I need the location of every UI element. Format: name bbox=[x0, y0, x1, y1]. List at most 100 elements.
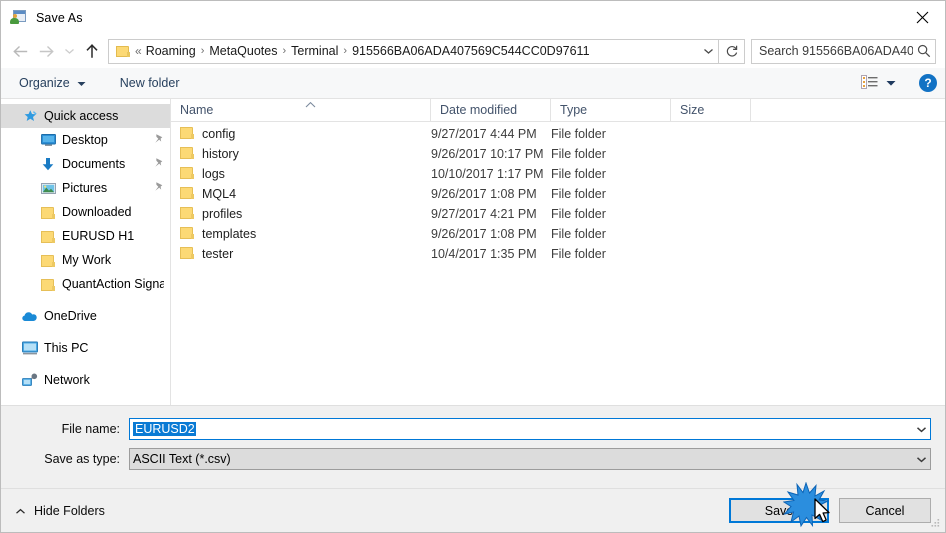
file-list-header: Name Date modified Type Size bbox=[171, 99, 945, 122]
window-title: Save As bbox=[36, 10, 83, 25]
file-name-cell: tester bbox=[171, 246, 431, 262]
navigation-sidebar: Quick access Desktop Documents Pictures … bbox=[1, 99, 171, 405]
sidebar-item-label: Downloaded bbox=[62, 205, 132, 219]
view-options-button[interactable] bbox=[858, 74, 899, 92]
sidebar-item-network[interactable]: Network bbox=[1, 368, 170, 392]
file-name-label: MQL4 bbox=[202, 187, 237, 201]
column-header-label: Size bbox=[680, 103, 705, 117]
file-name-label: config bbox=[202, 127, 236, 141]
sidebar-item-label: QuantAction Signal bbox=[62, 277, 164, 291]
pin-icon[interactable] bbox=[149, 133, 164, 147]
up-one-level-icon[interactable] bbox=[79, 38, 105, 64]
sidebar-item-label: Documents bbox=[62, 157, 126, 171]
network-icon bbox=[21, 373, 39, 387]
breadcrumb-item-current-folder[interactable]: 915566BA06ADA407569C544CC0D97611 bbox=[352, 44, 589, 58]
documents-download-icon bbox=[39, 157, 57, 172]
breadcrumb-item-metaquotes[interactable]: MetaQuotes bbox=[209, 44, 277, 58]
sidebar-item-label: Network bbox=[44, 373, 90, 387]
sidebar-item-pictures[interactable]: Pictures bbox=[1, 176, 170, 200]
pin-icon[interactable] bbox=[149, 181, 164, 195]
table-row[interactable]: logs 10/10/2017 1:17 PM File folder bbox=[171, 164, 945, 184]
hide-folders-button[interactable]: Hide Folders bbox=[15, 504, 105, 518]
column-header-type[interactable]: Type bbox=[551, 99, 671, 121]
file-type-cell: File folder bbox=[551, 147, 606, 161]
table-row[interactable]: history 9/26/2017 10:17 PM File folder bbox=[171, 144, 945, 164]
save-as-type-row: Save as type: ASCII Text (*.csv) bbox=[15, 448, 931, 470]
file-name-input[interactable]: EURUSD2 bbox=[129, 418, 931, 440]
search-icon[interactable] bbox=[913, 44, 935, 58]
table-row[interactable]: templates 9/26/2017 1:08 PM File folder bbox=[171, 224, 945, 244]
search-box[interactable] bbox=[751, 38, 936, 64]
forward-icon[interactable] bbox=[33, 38, 59, 64]
sidebar-item-onedrive[interactable]: OneDrive bbox=[1, 304, 170, 328]
folder-icon bbox=[180, 166, 194, 182]
sidebar-item-label: Desktop bbox=[62, 133, 108, 147]
column-header-label: Date modified bbox=[440, 103, 518, 117]
this-pc-icon bbox=[21, 341, 39, 355]
folder-icon bbox=[180, 146, 194, 162]
resize-grip[interactable] bbox=[929, 517, 941, 529]
organize-button[interactable]: Organize bbox=[15, 71, 90, 95]
save-as-app-icon bbox=[10, 9, 27, 26]
file-type-cell: File folder bbox=[551, 207, 606, 221]
new-folder-label: New folder bbox=[119, 76, 180, 90]
file-type-cell: File folder bbox=[551, 227, 606, 241]
table-row[interactable]: profiles 9/27/2017 4:21 PM File folder bbox=[171, 204, 945, 224]
folder-icon bbox=[180, 246, 194, 262]
column-header-date-modified[interactable]: Date modified bbox=[431, 99, 551, 121]
breadcrumb[interactable]: « Roaming › MetaQuotes › Terminal › 9155… bbox=[108, 38, 719, 64]
sidebar-item-documents[interactable]: Documents bbox=[1, 152, 170, 176]
pin-icon[interactable] bbox=[149, 157, 164, 171]
table-row[interactable]: tester 10/4/2017 1:35 PM File folder bbox=[171, 244, 945, 264]
breadcrumb-overflow[interactable]: « bbox=[133, 44, 146, 58]
close-icon[interactable] bbox=[899, 2, 945, 34]
save-button[interactable]: Save bbox=[729, 498, 829, 523]
file-name-selected-text: EURUSD2 bbox=[133, 422, 196, 436]
column-header-label: Type bbox=[560, 103, 588, 117]
file-name-row: File name: EURUSD2 bbox=[15, 418, 931, 440]
file-date-cell: 9/26/2017 1:08 PM bbox=[431, 187, 537, 201]
file-date-cell: 9/26/2017 10:17 PM bbox=[431, 147, 544, 161]
onedrive-cloud-icon bbox=[21, 311, 39, 322]
sidebar-item-label: EURUSD H1 bbox=[62, 229, 135, 243]
column-header-size[interactable]: Size bbox=[671, 99, 751, 121]
breadcrumb-item-roaming[interactable]: Roaming bbox=[146, 44, 196, 58]
breadcrumb-separator: › bbox=[282, 45, 287, 57]
help-icon[interactable]: ? bbox=[919, 74, 937, 92]
file-name-cell: profiles bbox=[171, 206, 431, 222]
sidebar-item-quick-access[interactable]: Quick access bbox=[1, 104, 170, 128]
search-input[interactable] bbox=[752, 44, 913, 58]
sidebar-item-eurusd-h1[interactable]: EURUSD H1 bbox=[1, 224, 170, 248]
refresh-icon[interactable] bbox=[719, 38, 745, 64]
breadcrumb-item-terminal[interactable]: Terminal bbox=[291, 44, 338, 58]
folder-icon bbox=[180, 186, 194, 202]
save-as-type-select[interactable]: ASCII Text (*.csv) bbox=[129, 448, 931, 470]
folder-icon bbox=[39, 254, 57, 267]
chevron-down-icon[interactable] bbox=[913, 456, 930, 463]
table-row[interactable]: config 9/27/2017 4:44 PM File folder bbox=[171, 124, 945, 144]
navigation-bar: « Roaming › MetaQuotes › Terminal › 9155… bbox=[1, 34, 945, 68]
sidebar-item-downloaded[interactable]: Downloaded bbox=[1, 200, 170, 224]
sidebar-item-label: Quick access bbox=[44, 109, 119, 123]
table-row[interactable]: MQL4 9/26/2017 1:08 PM File folder bbox=[171, 184, 945, 204]
new-folder-button[interactable]: New folder bbox=[116, 71, 184, 95]
cancel-button[interactable]: Cancel bbox=[839, 498, 931, 523]
chevron-down-icon[interactable] bbox=[913, 426, 930, 433]
file-name-cell: logs bbox=[171, 166, 431, 182]
file-list: Name Date modified Type Size config 9/27… bbox=[171, 99, 945, 405]
recent-locations-chevron-down-icon[interactable] bbox=[59, 38, 79, 64]
file-name-cell: config bbox=[171, 126, 431, 142]
sidebar-item-quantaction-signal[interactable]: QuantAction Signal bbox=[1, 272, 170, 296]
sidebar-item-my-work[interactable]: My Work bbox=[1, 248, 170, 272]
breadcrumb-folder-icon bbox=[116, 45, 130, 57]
column-header-name[interactable]: Name bbox=[171, 99, 431, 121]
sidebar-item-this-pc[interactable]: This PC bbox=[1, 336, 170, 360]
address-chevron-down-icon[interactable] bbox=[698, 47, 718, 55]
file-name-label: profiles bbox=[202, 207, 243, 221]
sidebar-item-label: OneDrive bbox=[44, 309, 97, 323]
back-icon[interactable] bbox=[7, 38, 33, 64]
sidebar-item-label: This PC bbox=[44, 341, 89, 355]
folder-icon bbox=[180, 226, 194, 242]
file-name-label: tester bbox=[202, 247, 234, 261]
sidebar-item-desktop[interactable]: Desktop bbox=[1, 128, 170, 152]
